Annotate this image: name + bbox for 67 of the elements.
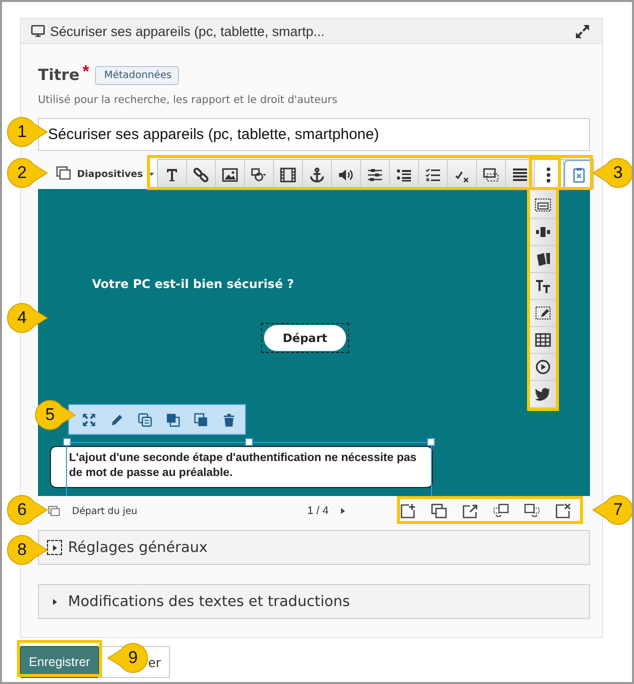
text-pair-icon	[535, 278, 551, 294]
blank-field-icon	[535, 197, 551, 213]
table-icon	[535, 332, 551, 348]
callout-marker: 5	[32, 399, 76, 431]
selection-edge	[431, 446, 432, 496]
metadata-tag[interactable]: Métadonnées	[95, 66, 179, 84]
slides-icon	[56, 166, 72, 182]
image-icon	[222, 166, 238, 182]
send-back-icon	[194, 412, 208, 426]
bird-icon	[535, 386, 551, 402]
save-button[interactable]: Enregistrer	[20, 646, 99, 678]
monitor-icon	[31, 24, 45, 38]
selection-handles[interactable]	[63, 438, 435, 446]
slide-name: Départ du jeu	[72, 506, 138, 516]
callout-marker: 3	[592, 157, 632, 189]
lines-icon	[512, 166, 528, 182]
shapes-icon	[250, 166, 267, 182]
move-right-icon	[524, 503, 540, 519]
sliders-icon	[366, 166, 383, 182]
section-title: Réglages généraux	[68, 540, 208, 556]
pencil-icon	[110, 412, 124, 426]
resize-icon	[82, 412, 96, 426]
edit-field-icon	[535, 305, 551, 321]
word-blocks-icon	[535, 224, 551, 240]
delete-slide-icon	[554, 503, 570, 519]
callout-marker: 7	[592, 494, 632, 526]
play-icon	[535, 359, 551, 375]
callout-marker: 4	[4, 302, 48, 334]
film-icon	[280, 166, 296, 182]
title-input-field[interactable]: Sécuriser ses appareils (pc, tablette, smartphone)	[38, 118, 590, 151]
field-help-text: Utilisé pour la recherche, les rapport et le droit d'auteurs	[38, 93, 338, 108]
slide-text: L'ajout d'une seconde étape d'authentification ne nécessite pas de mot de passe au préalable.	[69, 451, 418, 481]
duplicate-slide-icon	[430, 503, 446, 519]
selection-edge	[66, 446, 67, 496]
expand-icon[interactable]	[575, 24, 590, 38]
slides-dropdown[interactable]: Diapositives	[54, 164, 157, 184]
import-slide-icon	[462, 503, 478, 519]
anchor-icon	[308, 166, 325, 182]
section-title: Modifications des textes et traductions	[68, 594, 350, 610]
page-counter: 1 / 4	[307, 505, 329, 517]
speaker-icon	[338, 166, 354, 182]
required-mark: *	[82, 62, 90, 82]
bring-front-icon	[166, 412, 180, 426]
slide-text-box[interactable]: L'ajout d'une seconde étape d'authentification ne nécessite pas de mot de passe au préalable.	[50, 446, 433, 488]
cards-icon	[535, 251, 551, 267]
next-arrow-icon[interactable]	[338, 507, 347, 515]
copy-icon	[138, 412, 152, 426]
collapsible-section[interactable]: Réglages généraux	[38, 530, 590, 565]
callout-marker: 6	[4, 494, 48, 526]
panel-title: Sécuriser ses appareils (pc, tablette, smartp...	[50, 24, 325, 38]
start-button[interactable]: Départ	[264, 325, 346, 351]
slides-icon[interactable]	[48, 505, 60, 517]
link-icon	[192, 166, 209, 182]
bullet-list-icon	[396, 166, 412, 182]
callout-marker: 1	[4, 116, 48, 148]
slide-question: Votre PC est-il bien sécurisé ?	[92, 277, 294, 291]
collapsible-section[interactable]: Modifications des textes et traductions	[38, 584, 590, 619]
add-slide-icon	[400, 503, 416, 519]
checklist-icon	[424, 166, 441, 182]
frames-icon	[482, 166, 499, 182]
move-left-icon	[492, 503, 508, 519]
callout-marker: 2	[4, 157, 48, 189]
field-label: Titre	[38, 66, 80, 84]
trash-icon	[222, 412, 236, 426]
callout-marker: 8	[4, 534, 48, 566]
more-icon	[546, 166, 552, 182]
clipboard-icon	[570, 166, 587, 182]
